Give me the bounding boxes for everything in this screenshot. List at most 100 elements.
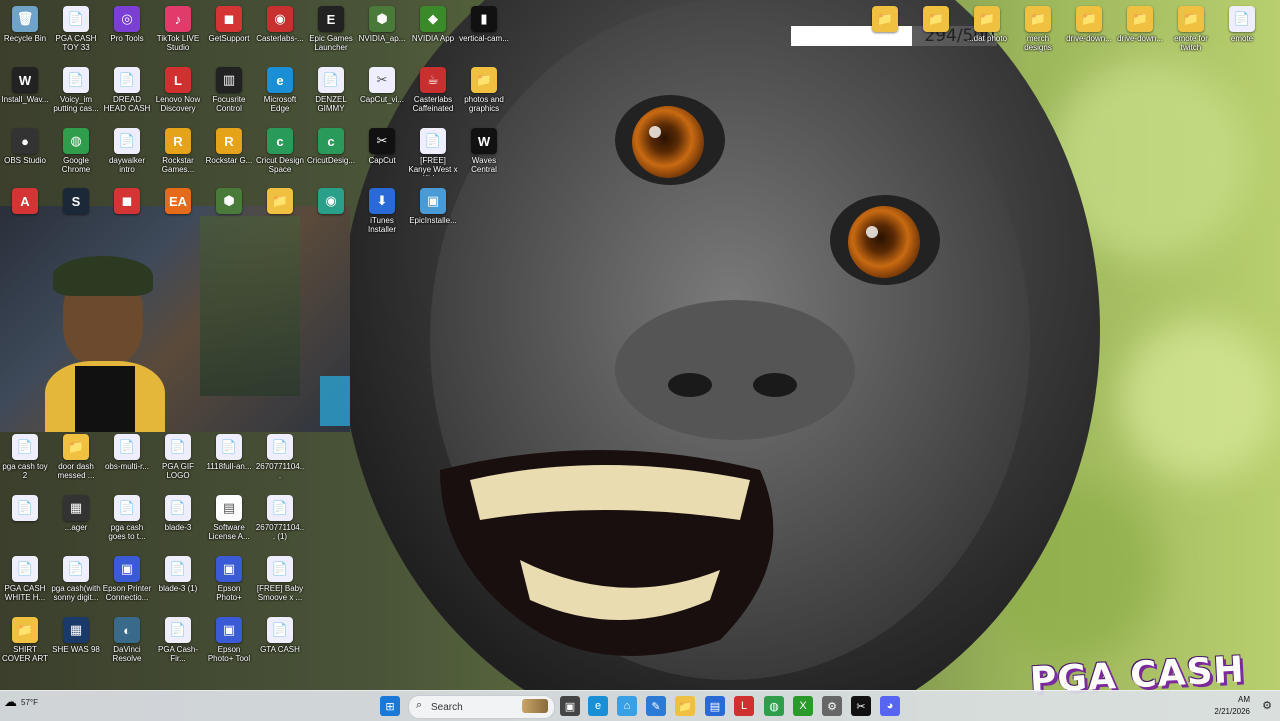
desktop-icon[interactable]: ▮ vertical-cam... xyxy=(459,2,509,62)
desktop-icon[interactable]: ✂ CapCut_vi... xyxy=(357,63,407,123)
desktop-icon[interactable]: W Waves Central xyxy=(459,124,509,184)
taskbar-clock[interactable]: AM 2/21/2026 xyxy=(1214,694,1250,718)
desktop-icon[interactable]: 📁 drive-down... xyxy=(1115,2,1165,62)
desktop-icon[interactable]: ◉ xyxy=(306,184,356,244)
desktop-icon[interactable]: 📄 PGA CASH TOY 33 xyxy=(51,2,101,62)
desktop-icon[interactable]: ✂ CapCut xyxy=(357,124,407,184)
desktop-icon[interactable]: 📁 drive-down... xyxy=(1064,2,1114,62)
desktop-icon[interactable]: ☕ Casterlabs Caffeinated xyxy=(408,63,458,123)
desktop-icon[interactable]: 📁 door dash messed ... xyxy=(51,430,101,490)
desktop-icon-image: ☕ xyxy=(420,67,446,93)
desktop-icon[interactable]: ◐ DaVinci Resolve xyxy=(102,613,152,673)
desktop-icon[interactable]: 📄[FREE] Kanye West x Kid ... xyxy=(408,124,458,184)
desktop-icon[interactable]: W Install_Wav... xyxy=(0,63,50,123)
desktop-icon[interactable]: 📄 blade-3 (1) xyxy=(153,552,203,612)
desktop-icon[interactable]: 📄 emote xyxy=(1217,2,1267,62)
notification-icon[interactable]: ⚙ xyxy=(1262,699,1272,712)
desktop-icon[interactable]: 📄 Voicy_im putting cas... xyxy=(51,63,101,123)
store-bag-icon[interactable]: ▤ xyxy=(705,696,725,716)
desktop-icon[interactable]: ▦ ...ager xyxy=(51,491,101,551)
pen-app-icon[interactable]: ✎ xyxy=(646,696,666,716)
desktop-icon[interactable]: ◉ Casterlabs-... xyxy=(255,2,305,62)
desktop-icon[interactable]: 📄 blade-3 xyxy=(153,491,203,551)
desktop-icon[interactable]: 📄 PGA GIF LOGO xyxy=(153,430,203,490)
desktop-icon[interactable]: ♪ TikTok LIVE Studio xyxy=(153,2,203,62)
desktop-icon[interactable]: 📁 SHIRT COVER ART xyxy=(0,613,50,673)
xbox-icon[interactable]: X xyxy=(793,696,813,716)
desktop-icon[interactable]: ◼ xyxy=(102,184,152,244)
desktop-icon[interactable]: 📁 photos and graphics xyxy=(459,63,509,123)
chrome-icon[interactable]: ◍ xyxy=(764,696,784,716)
desktop-icon-image: 📁 xyxy=(471,67,497,93)
settings-icon[interactable]: ⚙ xyxy=(822,696,842,716)
desktop-icon-label: Casterlabs Caffeinated xyxy=(412,95,454,113)
desktop-icon-image: ◍ xyxy=(63,128,89,154)
desktop-icon[interactable]: ◎ Pro Tools xyxy=(102,2,152,62)
store-app-icon[interactable]: ⌂ xyxy=(617,696,637,716)
desktop-icon[interactable]: ▣ Epson Printer Connectio... xyxy=(102,552,152,612)
desktop-icon[interactable]: E Epic Games Launcher xyxy=(306,2,356,62)
discord-icon[interactable]: ◕ xyxy=(880,696,900,716)
file-explorer-icon[interactable]: 📁 xyxy=(675,696,695,716)
desktop-icon[interactable]: 📄 DREAD HEAD CASH xyxy=(102,63,152,123)
desktop-icon[interactable]: 📄 pga cash(with sonny digit... xyxy=(51,552,101,612)
desktop-icon[interactable]: 📄 daywalker intro xyxy=(102,124,152,184)
desktop-icon[interactable]: R Rockstar G... xyxy=(204,124,254,184)
desktop-icon[interactable]: 📁 emote for twitch xyxy=(1166,2,1216,62)
desktop-icon[interactable]: 🗑 Recycle Bin xyxy=(0,2,50,62)
desktop-icon-label: Epson Photo+ xyxy=(216,584,242,602)
desktop-icon[interactable]: ⬇ iTunes Installer xyxy=(357,184,407,244)
desktop-icon[interactable]: ▤ Software License A... xyxy=(204,491,254,551)
desktop-icon[interactable]: ⬢ NVIDIA_ap... xyxy=(357,2,407,62)
weather-widget[interactable]: ☁ 57°F xyxy=(4,694,38,710)
desktop-icon[interactable]: S xyxy=(51,184,101,244)
desktop-icon[interactable]: 📁 merch designs xyxy=(1013,2,1063,62)
desktop-icon[interactable]: 📁 xyxy=(860,2,910,62)
desktop-icon[interactable]: 📄 2670771104... (1) xyxy=(255,491,305,551)
task-view-icon[interactable]: ▣ xyxy=(560,696,580,716)
desktop-icon[interactable]: EA xyxy=(153,184,203,244)
desktop-icon-label: Epson Photo+ Tool xyxy=(207,645,251,663)
desktop-icon[interactable]: A xyxy=(0,184,50,244)
desktop-icon[interactable]: R Rockstar Games... xyxy=(153,124,203,184)
desktop-icon[interactable]: e Microsoft Edge xyxy=(255,63,305,123)
desktop-icon[interactable]: ◆ NVIDIA App xyxy=(408,2,458,62)
desktop-icon-image: A xyxy=(12,188,38,214)
capcut-icon[interactable]: ✂ xyxy=(851,696,871,716)
desktop-icon[interactable]: c CricutDesig... xyxy=(306,124,356,184)
desktop-icon[interactable]: ▦ SHE WAS 98 xyxy=(51,613,101,673)
taskbar-search-box[interactable]: ⌕ Search xyxy=(408,695,555,719)
desktop-icon[interactable]: 📁 xyxy=(255,184,305,244)
lenovo-icon[interactable]: L xyxy=(734,696,754,716)
desktop-icon[interactable]: 📄 1118full-an... xyxy=(204,430,254,490)
desktop-icon-image: ◼ xyxy=(114,188,140,214)
desktop-icon[interactable]: c Cricut Design Space xyxy=(255,124,305,184)
desktop-icon[interactable]: 📄 GTA CASH xyxy=(255,613,305,673)
desktop-icon[interactable]: ◍ Google Chrome xyxy=(51,124,101,184)
desktop-icon[interactable]: 📄 2670771104... xyxy=(255,430,305,490)
desktop-icon[interactable]: ▥ Focusrite Control xyxy=(204,63,254,123)
desktop-icon[interactable]: 📄 PGA Cash-Fir... xyxy=(153,613,203,673)
desktop-icon[interactable]: 📄 DENZEL GIMMY xyxy=(306,63,356,123)
desktop-icon[interactable]: ▣ EpicInstalle... xyxy=(408,184,458,244)
desktop-icon-label: pga cash toy 2 xyxy=(2,462,48,480)
desktop-icon[interactable]: ● OBS Studio xyxy=(0,124,50,184)
desktop-icon[interactable]: ▣ Epson Photo+ xyxy=(204,552,254,612)
desktop-icon[interactable]: 📄 pga cash goes to t... xyxy=(102,491,152,551)
desktop-icon[interactable]: ⬢ xyxy=(204,184,254,244)
desktop-icon[interactable]: 📄 PGA CASH WHITE H... xyxy=(0,552,50,612)
desktop-icon[interactable]: L Lenovo Now Discovery xyxy=(153,63,203,123)
start-icon[interactable]: ⊞ xyxy=(380,696,400,716)
desktop-icon[interactable]: ▣ Epson Photo+ Tool xyxy=(204,613,254,673)
desktop-icon-label: Rockstar G... xyxy=(205,156,253,165)
desktop-icon[interactable]: 📄 pga cash toy 2 xyxy=(0,430,50,490)
desktop-icon[interactable]: ◼ GetSupport xyxy=(204,2,254,62)
desktop-icon[interactable]: 📄 [FREE] Baby Smoove x ... xyxy=(255,552,305,612)
desktop-icon[interactable]: 📄 obs-multi-r... xyxy=(102,430,152,490)
desktop-icon[interactable]: 📁 xyxy=(911,2,961,62)
desktop-icon[interactable]: 📄 xyxy=(0,491,50,551)
edge-icon[interactable]: e xyxy=(588,696,608,716)
desktop-icon[interactable]: 📁 ...dat photo xyxy=(962,2,1012,62)
desktop-icon-image: ⬢ xyxy=(216,188,242,214)
desktop-icon-image: ▣ xyxy=(114,556,140,582)
